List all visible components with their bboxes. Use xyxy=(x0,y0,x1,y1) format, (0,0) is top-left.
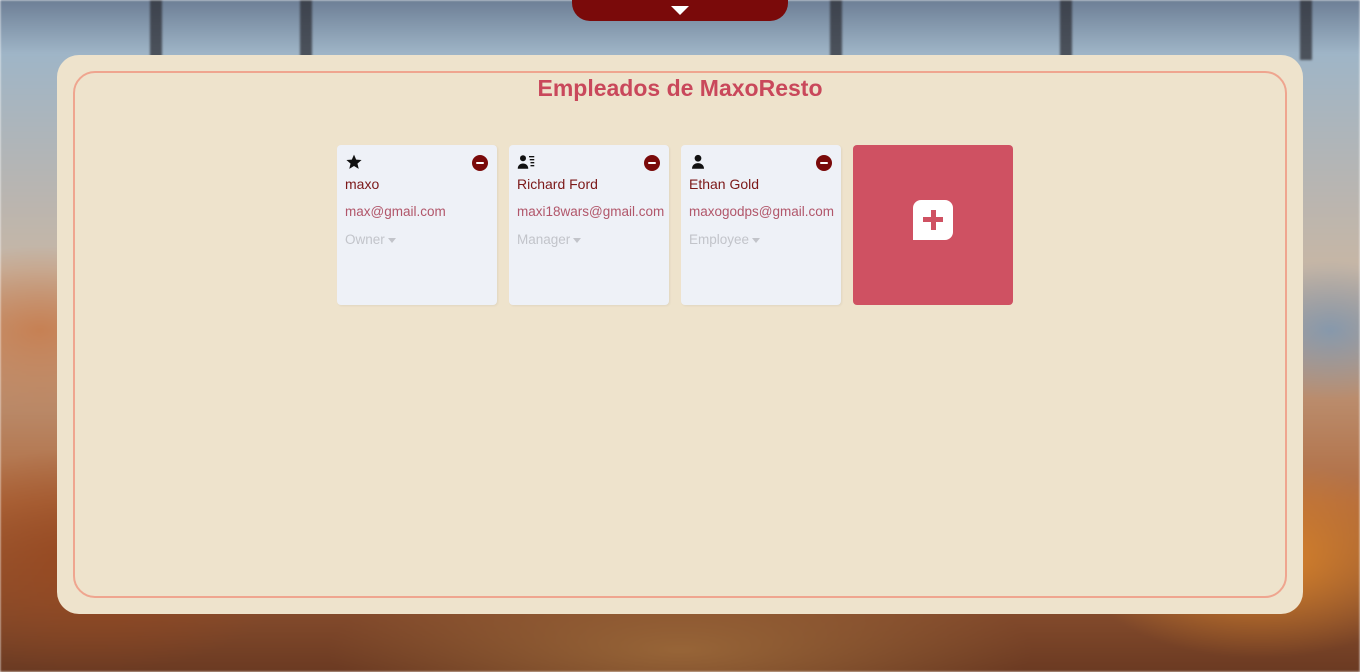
employee-name: maxo xyxy=(345,176,380,192)
employee-card: Ethan Gold maxogodps@gmail.com Employee xyxy=(681,145,841,305)
panel-border: Empleados de MaxoResto maxo max@gmail.co… xyxy=(73,71,1287,598)
employee-name: Richard Ford xyxy=(517,176,598,192)
minus-icon xyxy=(648,162,656,164)
page-title: Empleados de MaxoResto xyxy=(537,75,823,101)
user-list-icon xyxy=(517,155,535,169)
employee-card-list: maxo max@gmail.com Owner Richard Ford ma… xyxy=(337,145,1013,305)
main-panel: Empleados de MaxoResto maxo max@gmail.co… xyxy=(57,55,1303,614)
user-icon xyxy=(692,154,704,169)
star-icon xyxy=(346,154,362,169)
triangle-down-icon xyxy=(671,5,689,15)
caret-down-icon xyxy=(573,238,582,243)
remove-employee-button[interactable] xyxy=(644,155,660,171)
header-toggle-tab[interactable] xyxy=(572,0,788,21)
role-label: Owner xyxy=(345,232,385,247)
minus-icon xyxy=(820,162,828,164)
remove-employee-button[interactable] xyxy=(816,155,832,171)
remove-employee-button[interactable] xyxy=(472,155,488,171)
role-dropdown[interactable]: Employee xyxy=(689,232,761,247)
add-employee-button[interactable] xyxy=(853,145,1013,305)
employee-card: Richard Ford maxi18wars@gmail.com Manage… xyxy=(509,145,669,305)
employee-card: maxo max@gmail.com Owner xyxy=(337,145,497,305)
caret-down-icon xyxy=(387,238,396,243)
employee-email: maxi18wars@gmail.com xyxy=(517,204,665,219)
employee-name: Ethan Gold xyxy=(689,176,760,192)
caret-down-icon xyxy=(752,238,761,243)
employee-email: max@gmail.com xyxy=(345,204,446,219)
role-dropdown[interactable]: Manager xyxy=(517,232,582,247)
role-label: Employee xyxy=(689,232,750,247)
employee-email: maxogodps@gmail.com xyxy=(689,204,835,219)
role-dropdown[interactable]: Owner xyxy=(345,232,396,247)
role-label: Manager xyxy=(517,232,571,247)
minus-icon xyxy=(476,162,484,164)
plus-square-icon xyxy=(913,200,953,240)
